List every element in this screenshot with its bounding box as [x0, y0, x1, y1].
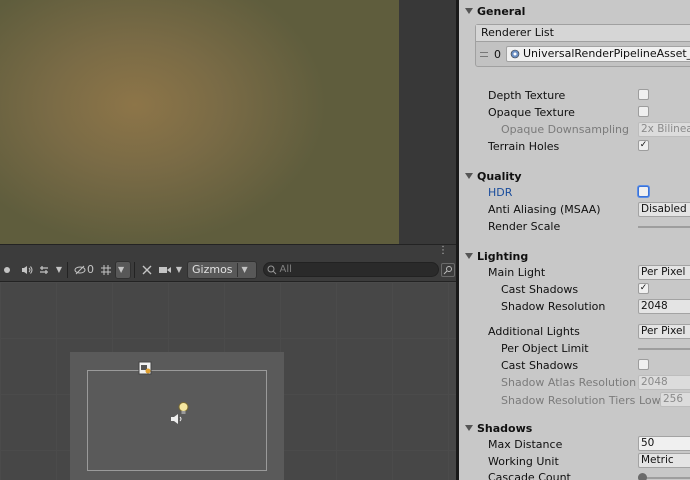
foldout-icon: [465, 173, 473, 179]
drag-handle-icon[interactable]: [480, 52, 488, 57]
depth-texture-checkbox[interactable]: [638, 89, 649, 100]
renderer-value: UniversalRenderPipelineAsset_Renderer: [523, 47, 690, 60]
scene-toolbar: ▼ 0 ▼ ▼ Gizmos ▼ All: [0, 258, 456, 282]
section-title: General: [477, 5, 526, 18]
chevron-down-icon: ▼: [118, 265, 125, 274]
asset-icon: [510, 49, 520, 59]
max-distance-label: Max Distance: [488, 438, 563, 451]
audio-source-icon[interactable]: [170, 413, 184, 425]
renderer-list-header: Renderer List: [476, 25, 690, 42]
additional-lights-label: Additional Lights: [488, 325, 580, 338]
opaque-downsampling-label: Opaque Downsampling: [501, 123, 630, 136]
camera-gizmo-icon[interactable]: [138, 361, 152, 375]
cascade-count-slider-knob[interactable]: [638, 473, 647, 480]
scene-search-input[interactable]: All: [262, 262, 439, 277]
grid-toggle-icon[interactable]: [97, 261, 115, 279]
shadow-resolution-label: Shadow Resolution: [501, 300, 606, 313]
unity-editor: ⋮ ▼ 0 ▼ ▼ Gizmos ▼ All General Renderer …: [0, 0, 690, 480]
main-light-label: Main Light: [488, 266, 546, 279]
gizmos-label: Gizmos: [192, 263, 233, 276]
anti-aliasing-dropdown[interactable]: Disabled: [638, 202, 690, 217]
additional-cast-shadows-label: Cast Shadows: [501, 359, 579, 372]
renderer-list: Renderer List 0 UniversalRenderPipelineA…: [475, 24, 690, 67]
foldout-icon: [465, 253, 473, 259]
camera-icon[interactable]: [156, 261, 174, 279]
hidden-count: 0: [87, 263, 94, 276]
per-object-limit-slider[interactable]: [638, 348, 690, 350]
scene-view[interactable]: [0, 282, 456, 480]
chevron-down-icon: ▼: [241, 265, 248, 274]
per-object-limit-label: Per Object Limit: [501, 342, 589, 355]
render-scale-slider[interactable]: [638, 226, 690, 228]
more-options-icon[interactable]: ⋮: [438, 246, 448, 256]
foldout-icon: [465, 425, 473, 431]
gizmos-dropdown[interactable]: Gizmos ▼: [187, 260, 257, 279]
tiers-low-label: Low: [639, 394, 661, 407]
additional-lights-dropdown[interactable]: Per Pixel: [638, 324, 690, 339]
terrain-holes-label: Terrain Holes: [488, 140, 560, 153]
shadow-resolution-tiers-label: Shadow Resolution Tiers: [501, 394, 636, 407]
renderer-object-field[interactable]: UniversalRenderPipelineAsset_Renderer: [506, 46, 690, 62]
audio-toggle-icon[interactable]: [18, 261, 36, 279]
toolbar-separator: [134, 261, 135, 278]
toolbar-separator: [67, 261, 68, 278]
camera-dropdown-icon[interactable]: ▼: [174, 261, 184, 279]
tiers-low-field[interactable]: 256: [660, 392, 690, 407]
tools-icon[interactable]: [138, 261, 156, 279]
shadow-resolution-dropdown[interactable]: 2048: [638, 299, 690, 314]
working-unit-label: Working Unit: [488, 455, 559, 468]
cast-shadows-label: Cast Shadows: [501, 283, 579, 296]
depth-texture-label: Depth Texture: [488, 89, 566, 102]
opaque-texture-checkbox[interactable]: [638, 106, 649, 117]
game-view-margin: [399, 0, 456, 244]
shadow-atlas-resolution-label: Shadow Atlas Resolution: [501, 376, 637, 389]
cast-shadows-checkbox[interactable]: ✓: [638, 283, 649, 294]
opaque-downsampling-dropdown[interactable]: 2x Bilinear: [638, 122, 690, 137]
hdr-checkbox[interactable]: [638, 186, 649, 197]
section-title: Quality: [477, 170, 522, 183]
shadow-atlas-resolution-dropdown[interactable]: 2048: [638, 375, 690, 390]
foldout-icon: [465, 8, 473, 14]
renderer-index: 0: [494, 48, 501, 61]
terrain-holes-checkbox[interactable]: ✓: [638, 140, 649, 151]
eye-slash-icon: [74, 265, 86, 274]
search-filter-icon[interactable]: [440, 262, 455, 277]
section-title: Lighting: [477, 250, 529, 263]
search-placeholder: All: [279, 264, 292, 275]
hidden-objects-toggle[interactable]: 0: [71, 261, 97, 279]
effects-toggle-icon[interactable]: [36, 261, 54, 279]
max-distance-field[interactable]: 50: [638, 436, 690, 451]
section-title: Shadows: [477, 422, 533, 435]
lighting-toggle-icon[interactable]: [0, 261, 18, 279]
grid-dropdown-button[interactable]: ▼: [115, 260, 131, 279]
render-scale-label: Render Scale: [488, 220, 561, 233]
gizmos-divider: [236, 262, 238, 277]
scene-tab-strip: ⋮: [0, 244, 456, 258]
cascade-count-label: Cascade Count: [488, 471, 571, 480]
additional-cast-shadows-checkbox[interactable]: [638, 359, 649, 370]
anti-aliasing-label: Anti Aliasing (MSAA): [488, 203, 601, 216]
search-icon: [267, 265, 276, 274]
inspector-panel: General Renderer List 0 UniversalRenderP…: [459, 0, 690, 480]
hdr-label: HDR: [488, 186, 513, 199]
main-light-dropdown[interactable]: Per Pixel: [638, 265, 690, 280]
effects-dropdown-icon[interactable]: ▼: [54, 261, 64, 279]
game-view: [0, 0, 399, 244]
working-unit-dropdown[interactable]: Metric: [638, 453, 690, 468]
opaque-texture-label: Opaque Texture: [488, 106, 575, 119]
